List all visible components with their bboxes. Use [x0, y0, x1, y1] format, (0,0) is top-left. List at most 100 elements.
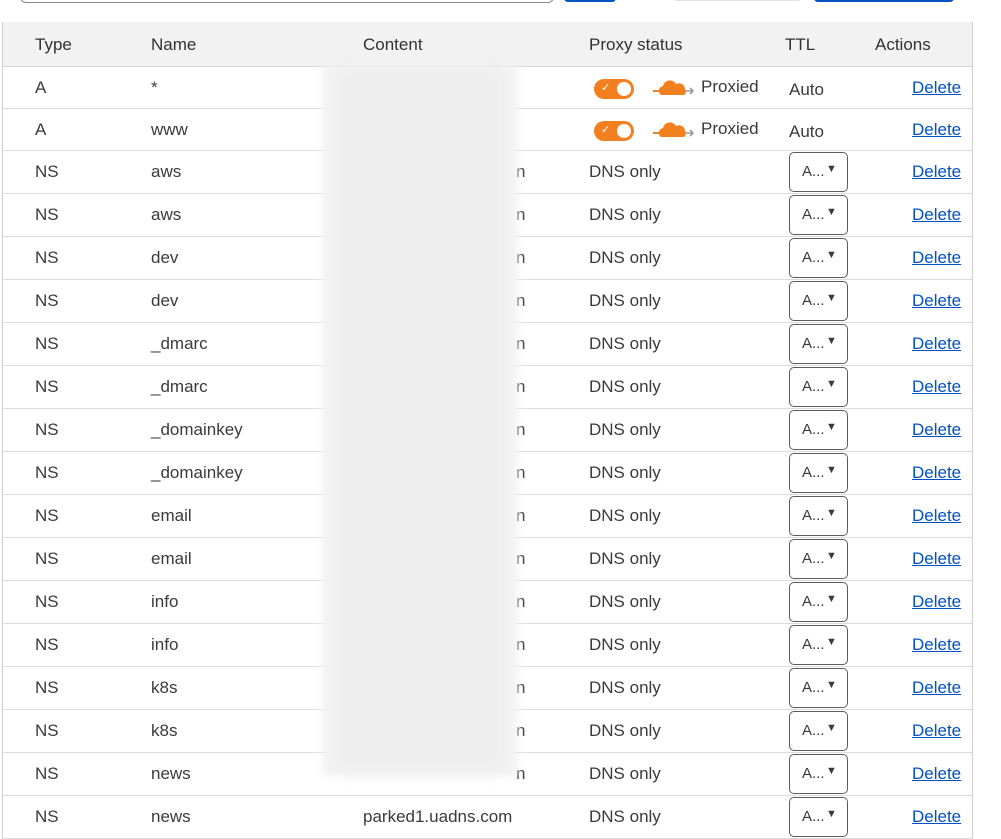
ttl-select[interactable]: A... ▼: [789, 324, 848, 364]
ttl-select[interactable]: A... ▼: [789, 281, 848, 321]
ttl-select[interactable]: A... ▼: [789, 625, 848, 665]
proxy-toggle[interactable]: ✓: [594, 121, 634, 141]
toggle-knob: [617, 82, 631, 96]
proxy-status-label: DNS only: [589, 721, 661, 740]
proxy-status-label: DNS only: [589, 592, 661, 611]
ttl-select[interactable]: A... ▼: [789, 797, 848, 837]
ttl-value: Auto: [789, 122, 824, 141]
delete-link[interactable]: Delete: [912, 463, 961, 483]
header-content: Content: [363, 35, 423, 54]
delete-link[interactable]: Delete: [912, 120, 961, 140]
delete-link[interactable]: Delete: [912, 764, 961, 784]
record-name: _dmarc: [151, 377, 208, 396]
ttl-select-value: A...: [802, 593, 825, 610]
delete-link-text[interactable]: Delete: [912, 205, 961, 224]
secondary-button[interactable]: [672, 0, 802, 1]
add-record-button[interactable]: [814, 0, 954, 2]
ttl-select-value: A...: [802, 550, 825, 567]
delete-link-text[interactable]: Delete: [912, 162, 961, 181]
chevron-down-icon: ▼: [826, 378, 837, 390]
ttl-select[interactable]: A... ▼: [789, 238, 848, 278]
delete-link-text[interactable]: Delete: [912, 506, 961, 525]
delete-link[interactable]: Delete: [912, 549, 961, 569]
search-input[interactable]: [20, 0, 554, 3]
delete-link[interactable]: Delete: [912, 506, 961, 526]
delete-link[interactable]: Delete: [912, 635, 961, 655]
delete-link-text[interactable]: Delete: [912, 764, 961, 783]
delete-link[interactable]: Delete: [912, 291, 961, 311]
delete-link-text[interactable]: Delete: [912, 635, 961, 654]
chevron-down-icon: ▼: [826, 335, 837, 347]
ttl-select[interactable]: A... ▼: [789, 539, 848, 579]
proxy-status-label: DNS only: [589, 549, 661, 568]
ttl-select[interactable]: A... ▼: [789, 711, 848, 751]
chevron-down-icon: ▼: [826, 679, 837, 691]
proxy-status-label: DNS only: [589, 420, 661, 439]
ttl-select-value: A...: [802, 679, 825, 696]
delete-link[interactable]: Delete: [912, 248, 961, 268]
chevron-down-icon: ▼: [826, 550, 837, 562]
delete-link-text[interactable]: Delete: [912, 334, 961, 353]
record-type: NS: [35, 334, 59, 353]
delete-link[interactable]: Delete: [912, 78, 961, 98]
header-name: Name: [151, 35, 197, 54]
delete-link-text[interactable]: Delete: [912, 721, 961, 740]
record-type: NS: [35, 764, 59, 783]
delete-link-text[interactable]: Delete: [912, 377, 961, 396]
delete-link-text[interactable]: Delete: [912, 463, 961, 482]
chevron-down-icon: ▼: [826, 163, 837, 175]
proxy-status-label: DNS only: [589, 162, 661, 181]
record-type: NS: [35, 678, 59, 697]
record-type: NS: [35, 635, 59, 654]
ttl-select[interactable]: A... ▼: [789, 496, 848, 536]
record-type: A: [35, 120, 47, 139]
record-type: NS: [35, 592, 59, 611]
record-name: www: [151, 120, 188, 139]
delete-link[interactable]: Delete: [912, 807, 961, 827]
ttl-select[interactable]: A... ▼: [789, 668, 848, 708]
delete-link[interactable]: Delete: [912, 592, 961, 612]
check-icon: ✓: [601, 124, 611, 136]
ttl-select[interactable]: A... ▼: [789, 754, 848, 794]
record-type: NS: [35, 162, 59, 181]
delete-link[interactable]: Delete: [912, 721, 961, 741]
record-type: NS: [35, 506, 59, 525]
delete-link[interactable]: Delete: [912, 334, 961, 354]
delete-link-text[interactable]: Delete: [912, 678, 961, 697]
delete-link-text[interactable]: Delete: [912, 78, 961, 97]
ttl-select[interactable]: A... ▼: [789, 410, 848, 450]
record-name: dev: [151, 248, 179, 267]
delete-link[interactable]: Delete: [912, 420, 961, 440]
record-name: aws: [151, 205, 182, 224]
ttl-select[interactable]: A... ▼: [789, 195, 848, 235]
ttl-select[interactable]: A... ▼: [789, 152, 848, 192]
ttl-select[interactable]: A... ▼: [789, 453, 848, 493]
delete-link-text[interactable]: Delete: [912, 549, 961, 568]
ttl-select[interactable]: A... ▼: [789, 367, 848, 407]
primary-button[interactable]: [564, 0, 616, 2]
delete-link-text[interactable]: Delete: [912, 291, 961, 310]
record-name: _domainkey: [151, 420, 243, 439]
table-row: NS news parked1.uadns.com DNS only A... ▼ Dele…: [3, 796, 972, 839]
ttl-select-value: A...: [802, 335, 825, 352]
delete-link-text[interactable]: Delete: [912, 592, 961, 611]
delete-link-text[interactable]: Delete: [912, 248, 961, 267]
proxy-toggle[interactable]: ✓: [594, 79, 634, 99]
chevron-down-icon: ▼: [826, 206, 837, 218]
delete-link[interactable]: Delete: [912, 205, 961, 225]
ttl-select-value: A...: [802, 722, 825, 739]
ttl-select-value: A...: [802, 206, 825, 223]
chevron-down-icon: ▼: [826, 765, 837, 777]
toggle-knob: [617, 124, 631, 138]
chevron-down-icon: ▼: [826, 636, 837, 648]
delete-link-text[interactable]: Delete: [912, 420, 961, 439]
delete-link-text[interactable]: Delete: [912, 120, 961, 139]
record-name: _domainkey: [151, 463, 243, 482]
record-name: news: [151, 764, 191, 783]
delete-link[interactable]: Delete: [912, 678, 961, 698]
delete-link-text[interactable]: Delete: [912, 807, 961, 826]
delete-link[interactable]: Delete: [912, 162, 961, 182]
ttl-select[interactable]: A... ▼: [789, 582, 848, 622]
delete-link[interactable]: Delete: [912, 377, 961, 397]
cloud-icon: [651, 121, 695, 141]
